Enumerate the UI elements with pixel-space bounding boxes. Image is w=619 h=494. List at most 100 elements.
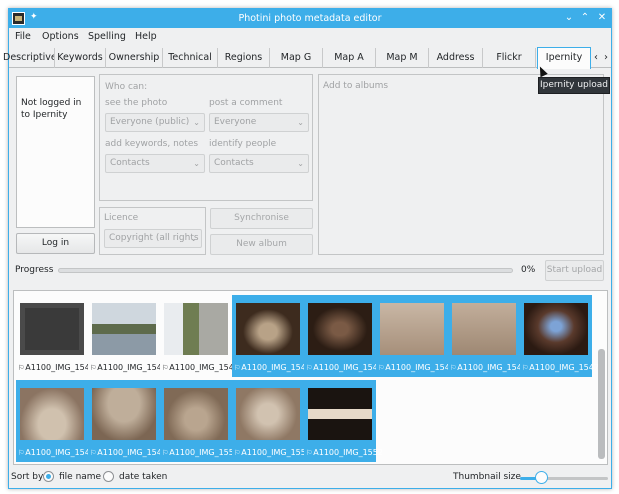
- tab-map-m[interactable]: Map M: [376, 48, 429, 68]
- thumbnail-caption: ⚐A1100_IMG_1548: [18, 448, 95, 457]
- chevron-down-icon[interactable]: ⌄: [562, 11, 576, 25]
- tab-descriptive[interactable]: Descriptive: [3, 48, 55, 68]
- post-comment-label: post a comment: [209, 98, 283, 108]
- thumbnail-name: A1100_IMG_1543: [241, 363, 311, 372]
- thumbnail-image: [308, 303, 372, 355]
- sort-file-name-label[interactable]: file name: [59, 472, 101, 482]
- thumbnail-name: A1100_IMG_1546: [457, 363, 527, 372]
- thumbnail-caption: ⚐A1100_IMG_1549: [90, 448, 167, 457]
- thumbnail-item[interactable]: ⚐A1100_IMG_1551: [232, 380, 311, 462]
- tab-flickr[interactable]: Flickr: [483, 48, 536, 68]
- thumbnail-item[interactable]: ⚐A1100_IMG_1546: [448, 295, 527, 377]
- thumbnail-image: [164, 388, 228, 440]
- login-button[interactable]: Log in: [16, 233, 95, 254]
- tab-map-a[interactable]: Map A: [323, 48, 376, 68]
- thumbnail-name: A1100_IMG_1548: [25, 448, 95, 457]
- thumbnail-caption: ⚐A1100_IMG_1544: [306, 363, 383, 372]
- thumbnail-caption: ⚐A1100_IMG_1542: [162, 363, 239, 372]
- add-keywords-select[interactable]: Contacts ⌄: [105, 154, 205, 173]
- tab-regions[interactable]: Regions: [218, 48, 270, 68]
- thumbnail-item[interactable]: ⚐A1100_IMG_1540: [16, 295, 95, 377]
- synchronise-button[interactable]: Synchronise: [210, 208, 313, 229]
- thumbnail-item[interactable]: ⚐A1100_IMG_1548: [16, 380, 95, 462]
- window-title: Photini photo metadata editor: [238, 13, 382, 24]
- post-comment-select[interactable]: Everyone ⌄: [209, 113, 309, 132]
- thumbnail-item[interactable]: ⚐A1100_IMG_1543: [232, 295, 311, 377]
- see-photo-select[interactable]: Everyone (public) ⌄: [105, 113, 205, 132]
- thumbnail-image: [524, 303, 588, 355]
- thumbnail-name: A1100_IMG_1550: [169, 448, 239, 457]
- chevron-down-icon: ⌄: [193, 118, 200, 127]
- permissions-heading: Who can:: [105, 82, 148, 92]
- menu-options[interactable]: Options: [42, 31, 79, 42]
- flag-icon: ⚐: [306, 449, 313, 457]
- flag-icon: ⚐: [234, 449, 241, 457]
- sort-label: Sort by: [11, 472, 44, 482]
- thumbnail-caption: ⚐A1100_IMG_1552: [306, 448, 383, 457]
- thumbnail-caption: ⚐A1100_IMG_1540: [18, 363, 95, 372]
- tab-ipernity[interactable]: Ipernity: [537, 47, 591, 69]
- chevron-left-icon[interactable]: ‹: [594, 52, 598, 63]
- thumbnail-item[interactable]: ⚐A1100_IMG_1549: [88, 380, 167, 462]
- licence-select[interactable]: Copyright (all rights ⌄: [104, 229, 202, 248]
- thumbnail-item[interactable]: ⚐A1100_IMG_1550: [160, 380, 239, 462]
- menu-file[interactable]: File: [15, 31, 31, 42]
- close-icon[interactable]: ✕: [595, 11, 609, 25]
- thumbnail-image: [20, 303, 84, 355]
- thumbnail-name: A1100_IMG_1551: [241, 448, 311, 457]
- login-status-text: Not logged in to Ipernity: [21, 98, 82, 120]
- scrollbar-handle[interactable]: [598, 349, 605, 459]
- progress-label: Progress: [15, 265, 54, 275]
- tab-keywords[interactable]: Keywords: [55, 48, 106, 68]
- thumbnail-caption: ⚐A1100_IMG_1545: [378, 363, 455, 372]
- flag-icon: ⚐: [90, 449, 97, 457]
- title-bar[interactable]: ✦ Photini photo metadata editor ⌄ ⌃ ✕: [9, 9, 611, 28]
- start-upload-button[interactable]: Start upload: [545, 260, 604, 281]
- thumbnail-caption: ⚐A1100_IMG_1551: [234, 448, 311, 457]
- tooltip: Ipernity upload: [538, 77, 610, 94]
- sort-date-taken-label[interactable]: date taken: [119, 472, 167, 482]
- thumbnail-item[interactable]: ⚐A1100_IMG_1544: [304, 295, 383, 377]
- flag-icon: ⚐: [522, 364, 529, 372]
- chevron-right-icon[interactable]: ›: [604, 52, 608, 63]
- main-window: ✦ Photini photo metadata editor ⌄ ⌃ ✕ Fi…: [3, 8, 612, 489]
- flag-icon: ⚐: [90, 364, 97, 372]
- thumbnail-name: A1100_IMG_1545: [385, 363, 455, 372]
- thumbnail-item[interactable]: ⚐A1100_IMG_1541: [88, 295, 167, 377]
- menu-spelling[interactable]: Spelling: [88, 31, 126, 42]
- thumbnail-image: [452, 303, 516, 355]
- thumbnail-item[interactable]: ⚐A1100_IMG_1542: [160, 295, 239, 377]
- thumbnail-size-handle[interactable]: [535, 471, 548, 484]
- licence-value: Copyright (all rights: [109, 233, 199, 243]
- thumbnail-item[interactable]: ⚐A1100_IMG_1547: [520, 295, 599, 377]
- thumbnail-item[interactable]: ⚐A1100_IMG_1552: [304, 380, 383, 462]
- tab-address[interactable]: Address: [429, 48, 483, 68]
- thumbnail-image: [164, 303, 228, 355]
- flag-icon: ⚐: [18, 449, 25, 457]
- identify-people-select[interactable]: Contacts ⌄: [209, 154, 309, 173]
- sort-file-name-radio[interactable]: [43, 471, 54, 482]
- licence-panel: Licence Copyright (all rights ⌄: [99, 207, 206, 255]
- tab-label: Descriptive: [3, 52, 55, 63]
- new-album-button[interactable]: New album: [210, 234, 313, 255]
- thumbnail-caption: ⚐A1100_IMG_1547: [522, 363, 599, 372]
- tab-bar: Descriptive Keywords Ownership Technical…: [3, 47, 611, 69]
- thumbnail-item[interactable]: ⚐A1100_IMG_1545: [376, 295, 455, 377]
- flag-icon: ⚐: [162, 364, 169, 372]
- tab-ownership[interactable]: Ownership: [106, 48, 163, 68]
- sort-date-taken-radio[interactable]: [103, 471, 114, 482]
- flag-icon: ⚐: [234, 364, 241, 372]
- identify-people-label: identify people: [209, 139, 277, 149]
- menu-help[interactable]: Help: [135, 31, 157, 42]
- thumbnail-image: [20, 388, 84, 440]
- login-status-box: Not logged in to Ipernity: [16, 76, 95, 228]
- albums-panel[interactable]: Add to albums: [318, 74, 604, 255]
- bottom-bar: Sort by file name date taken Thumbnail s…: [9, 467, 611, 489]
- thumbnail-area[interactable]: ⚐A1100_IMG_1540 ⚐A1100_IMG_1541 ⚐A1100_IMG…: [13, 290, 608, 465]
- tab-technical[interactable]: Technical: [163, 48, 218, 68]
- thumbnail-name: A1100_IMG_1542: [169, 363, 239, 372]
- albums-placeholder: Add to albums: [323, 81, 389, 91]
- tab-map-g[interactable]: Map G: [270, 48, 323, 68]
- chevron-up-icon[interactable]: ⌃: [578, 11, 592, 25]
- thumbnail-image: [236, 303, 300, 355]
